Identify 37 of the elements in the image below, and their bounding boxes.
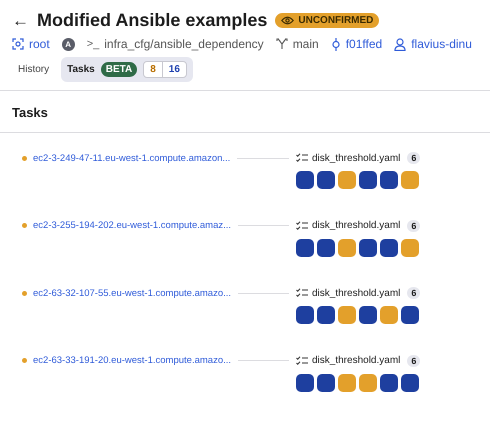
- avatar: A: [62, 38, 75, 50]
- back-button[interactable]: ←: [12, 10, 29, 30]
- file-name: disk_threshold.yaml: [312, 355, 400, 366]
- host-link[interactable]: ec2-3-255-194-202.eu-west-1.compute.amaz...: [33, 220, 232, 231]
- meta-link[interactable]: flavius-dinu: [411, 37, 472, 51]
- commit-icon: [330, 38, 341, 50]
- meta-text: main: [292, 37, 319, 51]
- host-link[interactable]: ec2-63-32-107-55.eu-west-1.compute.amazo...: [33, 288, 232, 298]
- status-text: UNCONFIRMED: [298, 15, 374, 26]
- checklist-icon: [296, 153, 308, 163]
- checklist-icon: [296, 288, 308, 298]
- page-title: Modified Ansible examples: [37, 10, 268, 31]
- checklist-icon: [296, 356, 308, 366]
- meta-link[interactable]: root: [29, 37, 50, 51]
- eye-icon: [281, 16, 294, 25]
- meta-link[interactable]: f01ffed: [346, 37, 382, 51]
- host-link[interactable]: ec2-63-33-191-20.eu-west-1.compute.amazo...: [33, 355, 232, 366]
- meta-text: infra_cfg/ansible_dependency: [104, 37, 264, 51]
- checklist-icon: [296, 220, 308, 230]
- tab[interactable]: Tasks BETA 8 16: [61, 57, 193, 82]
- section-title: Tasks: [0, 91, 490, 133]
- target-icon: [12, 38, 24, 50]
- count-badge: 6: [407, 354, 420, 366]
- count-text: 16: [162, 62, 186, 77]
- count-badge: 6: [407, 287, 420, 299]
- file-name: disk_threshold.yaml: [312, 288, 400, 298]
- count-badge: 6: [407, 220, 420, 232]
- terminal-icon: >_: [86, 38, 100, 50]
- count-text: 8: [149, 63, 157, 77]
- host-link[interactable]: ec2-3-249-47-11.eu-west-1.compute.amazon...: [33, 152, 230, 164]
- user-icon: [394, 38, 406, 50]
- tab[interactable]: History: [12, 60, 56, 79]
- beta-badge: BETA: [100, 62, 138, 77]
- branch-icon: [276, 38, 288, 50]
- file-name: disk_threshold.yaml: [312, 220, 400, 231]
- file-name: disk_threshold.yaml: [312, 152, 400, 164]
- count-badge: 6: [407, 152, 420, 164]
